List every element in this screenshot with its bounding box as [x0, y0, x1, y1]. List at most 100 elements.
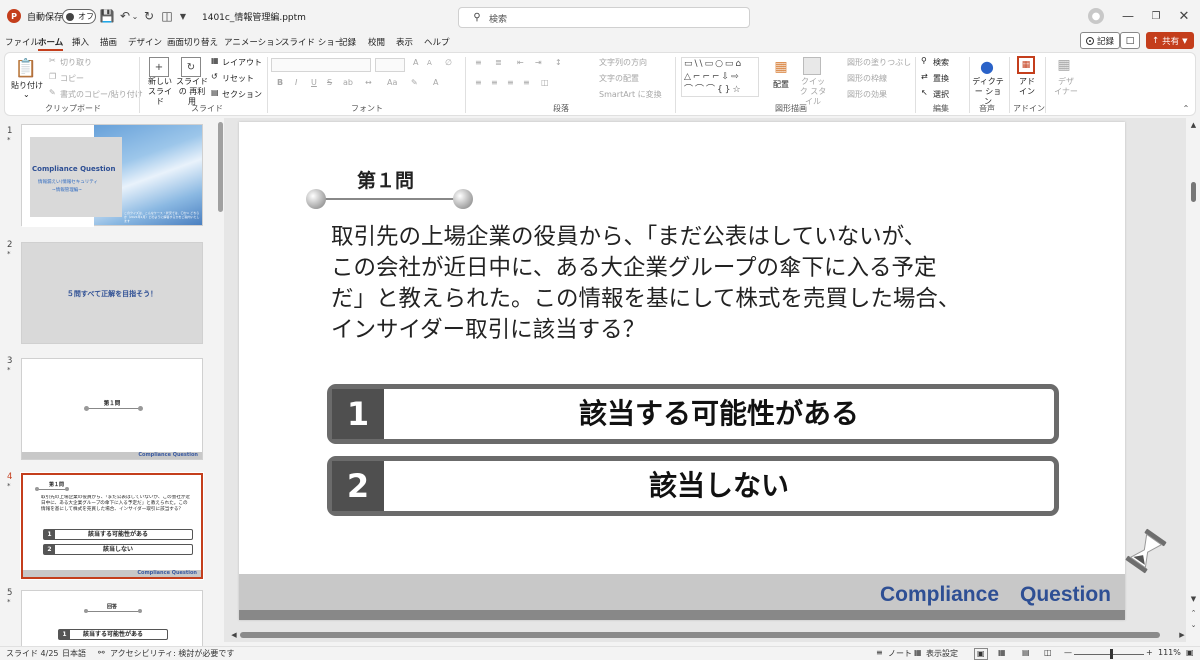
- scroll-left-icon[interactable]: ◀: [230, 630, 238, 640]
- undo-dropdown-icon[interactable]: ⌄: [131, 9, 139, 23]
- font-color-icon[interactable]: A: [433, 78, 438, 87]
- font-name-combo[interactable]: [271, 58, 371, 72]
- zoom-slider-thumb[interactable]: [1110, 649, 1113, 659]
- replace-button[interactable]: 置換: [933, 73, 949, 84]
- decrease-indent-icon[interactable]: ⇤: [517, 58, 524, 67]
- shadow-button[interactable]: ab: [343, 78, 353, 87]
- search-box[interactable]: ⚲ 検索: [458, 7, 750, 28]
- tab-2[interactable]: 挿入: [72, 36, 89, 48]
- normal-view-icon[interactable]: ▣: [974, 648, 988, 660]
- zoom-in-icon[interactable]: +: [1146, 648, 1153, 657]
- align-text-button[interactable]: 文字の配置: [599, 73, 639, 84]
- bold-button[interactable]: B: [277, 78, 283, 87]
- new-slide-icon[interactable]: +: [149, 57, 169, 77]
- customize-toolbar-icon[interactable]: ▼: [178, 9, 188, 23]
- thumbnail-slide-5[interactable]: 回答 1 該当する可能性がある: [21, 590, 203, 646]
- zoom-out-icon[interactable]: —: [1064, 648, 1072, 657]
- bullets-icon[interactable]: ≡: [475, 58, 482, 67]
- shape-outline-button[interactable]: 図形の枠線: [847, 73, 887, 84]
- numbering-icon[interactable]: ≣: [495, 58, 502, 67]
- slideshow-view-icon[interactable]: ◫: [1044, 648, 1052, 657]
- tab-8[interactable]: 記録: [339, 36, 356, 48]
- start-presentation-icon[interactable]: ◫: [160, 9, 174, 23]
- microphone-icon[interactable]: ●: [979, 55, 995, 77]
- reuse-slides-icon[interactable]: ↻: [181, 57, 201, 77]
- display-settings-button[interactable]: 表示設定: [926, 648, 958, 659]
- thumbnail-scrollbar[interactable]: [218, 122, 223, 212]
- fit-to-window-icon[interactable]: ▣: [1186, 648, 1194, 657]
- highlight-icon[interactable]: ✎: [411, 78, 418, 87]
- account-avatar-icon[interactable]: ●: [1088, 8, 1104, 24]
- shape-effects-button[interactable]: 図形の効果: [847, 89, 887, 100]
- columns-icon[interactable]: ◫: [541, 78, 549, 87]
- addins-button[interactable]: アド イン: [1015, 77, 1039, 97]
- redo-icon[interactable]: ↻: [142, 9, 156, 23]
- thumbnail-slide-3[interactable]: 第１問 Compliance Question: [21, 358, 203, 460]
- new-slide-button[interactable]: 新しい スライド: [145, 77, 175, 107]
- increase-indent-icon[interactable]: ⇥: [535, 58, 542, 67]
- underline-button[interactable]: U: [311, 78, 317, 87]
- tab-10[interactable]: 表示: [396, 36, 413, 48]
- accessibility-status[interactable]: アクセシビリティ: 検討が必要です: [110, 648, 234, 659]
- thumbnail-slide-1[interactable]: Compliance Question 情報漏えい(情報セキュリティ ~情報管理…: [21, 124, 203, 227]
- scroll-down-icon[interactable]: ▼: [1189, 594, 1198, 604]
- answer-option-2[interactable]: 2 該当しない: [327, 456, 1059, 516]
- thumbnail-slide-4[interactable]: 第１問 取引先の上場企業の役員から、「まだ公表はしていないが、この会社が近日中に…: [20, 472, 204, 580]
- shrink-font-icon[interactable]: A: [427, 59, 432, 67]
- thumbnail-slide-2[interactable]: ５問すべて正解を目指そう！: [21, 242, 203, 344]
- select-button[interactable]: 選択: [933, 89, 949, 100]
- comments-button[interactable]: □: [1120, 32, 1140, 49]
- notes-button[interactable]: ノート: [888, 648, 912, 659]
- justify-icon[interactable]: ≡: [523, 78, 530, 87]
- designer-icon[interactable]: ▦: [1055, 56, 1073, 74]
- tab-6[interactable]: アニメーション: [224, 36, 283, 48]
- zoom-slider-track[interactable]: [1074, 654, 1144, 655]
- tab-7[interactable]: スライド ショー: [281, 36, 343, 48]
- italic-button[interactable]: I: [295, 78, 297, 87]
- tab-9[interactable]: 校閲: [368, 36, 385, 48]
- next-slide-icon[interactable]: ⌄: [1189, 620, 1198, 630]
- answer-option-1[interactable]: 1 該当する可能性がある: [327, 384, 1059, 444]
- language-indicator[interactable]: 日本語: [62, 648, 86, 659]
- char-spacing-icon[interactable]: ↔: [365, 78, 372, 87]
- copy-button[interactable]: コピー: [60, 73, 84, 84]
- grow-font-icon[interactable]: A: [413, 58, 418, 67]
- align-center-icon[interactable]: ≡: [491, 78, 498, 87]
- save-icon[interactable]: 💾: [100, 9, 115, 23]
- tab-4[interactable]: デザイン: [128, 36, 162, 48]
- close-icon[interactable]: ✕: [1176, 8, 1192, 24]
- arrange-icon[interactable]: ▦: [771, 57, 791, 77]
- font-size-combo[interactable]: [375, 58, 405, 72]
- tab-11[interactable]: ヘルプ: [424, 36, 450, 48]
- find-button[interactable]: 検索: [933, 57, 949, 68]
- change-case-icon[interactable]: Aa: [387, 78, 397, 87]
- clear-format-icon[interactable]: ∅: [445, 58, 452, 67]
- paste-icon[interactable]: 📋: [15, 56, 37, 80]
- undo-icon[interactable]: ↶: [118, 9, 132, 23]
- vertical-scrollbar[interactable]: [1191, 182, 1196, 202]
- ribbon-collapse-icon[interactable]: ⌃: [1181, 103, 1191, 113]
- format-painter-button[interactable]: 書式のコピー/貼り付け: [60, 89, 143, 100]
- horizontal-scrollbar[interactable]: [240, 632, 1160, 638]
- tab-1[interactable]: ホーム: [38, 36, 64, 51]
- paste-dropdown-icon[interactable]: ⌄: [23, 90, 30, 99]
- addins-icon[interactable]: ▦: [1017, 56, 1035, 74]
- tab-0[interactable]: ファイル: [5, 36, 39, 48]
- previous-slide-icon[interactable]: ⌃: [1189, 608, 1198, 618]
- quick-styles-icon[interactable]: [803, 57, 821, 75]
- minimize-icon[interactable]: —: [1120, 8, 1136, 24]
- tab-3[interactable]: 描画: [100, 36, 117, 48]
- share-button[interactable]: ↑ 共有 ▼: [1146, 32, 1194, 49]
- autosave-toggle[interactable]: オフ: [62, 9, 96, 24]
- scroll-right-icon[interactable]: ▶: [1178, 630, 1186, 640]
- cut-button[interactable]: 切り取り: [60, 57, 92, 68]
- shapes-gallery[interactable]: ▭\\▭○▭⌂ △⌐⌐⌐⇩⇨ ⌒⌒⌒{}☆: [681, 57, 759, 97]
- align-right-icon[interactable]: ≡: [507, 78, 514, 87]
- arrange-button[interactable]: 配置: [773, 79, 789, 90]
- slide-sorter-icon[interactable]: ▦: [998, 648, 1006, 657]
- section-button[interactable]: セクション: [222, 89, 262, 100]
- zoom-level[interactable]: 111%: [1158, 648, 1181, 657]
- smartart-button[interactable]: SmartArt に変換: [599, 89, 662, 100]
- restore-icon[interactable]: ❐: [1148, 8, 1164, 24]
- layout-button[interactable]: レイアウト: [222, 57, 262, 68]
